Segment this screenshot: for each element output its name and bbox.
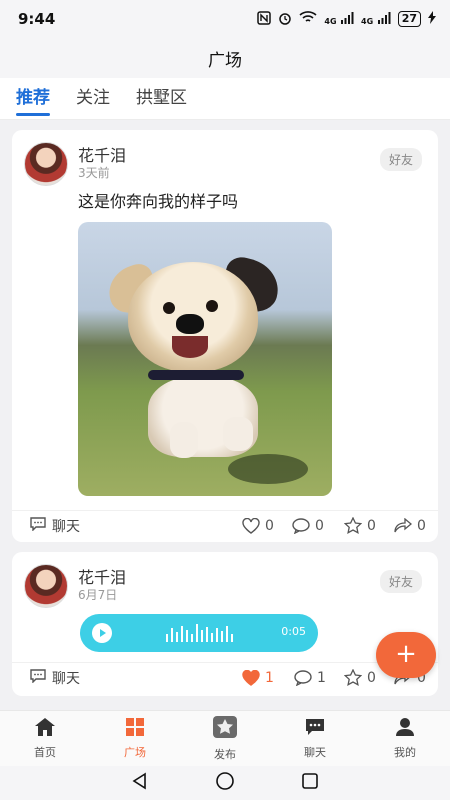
nav-profile-label: 我的 (394, 746, 416, 759)
star-count: 0 (367, 517, 376, 534)
chat-button[interactable]: 聊天 (30, 516, 80, 536)
like-button[interactable]: 1 (242, 669, 274, 686)
chat-label: 聊天 (52, 670, 80, 687)
message-icon (30, 668, 46, 687)
image-shadow (228, 454, 308, 484)
comment-count: 0 (315, 517, 324, 534)
like-button[interactable]: 0 (242, 517, 274, 534)
feed[interactable]: 花千泪 3天前 好友 这是你奔向我的样子吗 聊天 0 0 0 0 花千泪 6月7… (0, 120, 450, 710)
friend-badge: 好友 (379, 570, 422, 593)
nav-square-label: 广场 (124, 746, 146, 759)
publish-icon (211, 715, 239, 742)
nav-profile[interactable]: 我的 (360, 711, 450, 766)
voice-duration: 0:05 (281, 625, 306, 638)
dog-leg (170, 422, 198, 458)
post-image[interactable] (78, 222, 332, 496)
back-icon[interactable] (131, 772, 149, 794)
post-card[interactable]: 花千泪 3天前 好友 这是你奔向我的样子吗 聊天 0 0 0 0 (12, 130, 438, 542)
tab-local[interactable]: 拱墅区 (136, 78, 187, 120)
play-icon[interactable] (92, 623, 112, 643)
page-title: 广场 (0, 38, 450, 78)
post-actions: 聊天 0 0 0 0 (12, 510, 438, 540)
like-count: 1 (265, 669, 274, 686)
status-bar: 9:44 4G 4G 27 (0, 0, 450, 38)
avatar[interactable] (24, 564, 68, 608)
status-icons: 4G 4G 27 (257, 10, 436, 28)
share-count: 0 (417, 517, 426, 534)
heart-icon (242, 517, 260, 534)
tab-bar: 推荐 关注 拱墅区 (0, 78, 450, 120)
heart-filled-icon (242, 669, 260, 686)
grid-icon (124, 717, 146, 740)
status-time: 9:44 (18, 10, 56, 28)
dog-leg (223, 417, 253, 451)
nav-publish-label: 发布 (214, 748, 236, 761)
wifi-icon (299, 11, 317, 27)
alarm-icon (278, 11, 292, 28)
avatar[interactable] (24, 142, 68, 186)
chat-icon (304, 717, 326, 740)
home-circle-icon[interactable] (215, 771, 235, 795)
share-icon (394, 518, 412, 533)
chat-button[interactable]: 聊天 (30, 668, 80, 688)
dog-collar (148, 370, 244, 380)
comment-icon (292, 517, 310, 534)
author-name[interactable]: 花千泪 (78, 564, 126, 588)
post-time: 3天前 (78, 166, 110, 180)
charging-icon (428, 11, 436, 27)
recents-icon[interactable] (301, 772, 319, 794)
signal-icon-2: 4G (361, 11, 391, 27)
battery-indicator: 27 (397, 11, 421, 27)
bottom-nav: 首页 广场 发布 聊天 我的 (0, 710, 450, 766)
nav-publish[interactable]: 发布 (180, 711, 270, 766)
friend-badge: 好友 (379, 148, 422, 171)
post-actions: 聊天 1 1 0 0 (12, 662, 438, 692)
nav-home[interactable]: 首页 (0, 711, 90, 766)
tab-following[interactable]: 关注 (76, 78, 110, 120)
post-text: 这是你奔向我的样子吗 (78, 192, 239, 211)
comment-icon (294, 669, 312, 686)
system-nav (0, 766, 450, 800)
add-post-button[interactable]: + (376, 632, 436, 678)
nav-square[interactable]: 广场 (90, 711, 180, 766)
waveform-icon (166, 624, 233, 642)
tab-recommend[interactable]: 推荐 (16, 78, 50, 120)
dog-nose (176, 314, 204, 334)
nfc-icon (257, 10, 272, 28)
profile-icon (394, 717, 416, 740)
dog-eye (163, 302, 175, 314)
star-count: 0 (367, 669, 376, 686)
favorite-button[interactable]: 0 (344, 669, 376, 686)
chat-label: 聊天 (52, 518, 80, 535)
share-button[interactable]: 0 (394, 518, 426, 534)
home-icon (34, 717, 56, 740)
signal-icon: 4G (324, 11, 354, 27)
post-card[interactable]: 花千泪 6月7日 好友 0:05 聊天 1 1 0 0 (12, 552, 438, 696)
dog-eye (206, 300, 218, 312)
author-name[interactable]: 花千泪 (78, 142, 126, 166)
star-icon (344, 669, 362, 686)
comment-count: 1 (317, 669, 326, 686)
star-icon (344, 517, 362, 534)
voice-message[interactable]: 0:05 (80, 614, 318, 652)
dog-mouth (172, 336, 208, 358)
message-icon (30, 516, 46, 535)
favorite-button[interactable]: 0 (344, 517, 376, 534)
nav-home-label: 首页 (34, 746, 56, 759)
like-count: 0 (265, 517, 274, 534)
post-time: 6月7日 (78, 588, 118, 602)
comment-button[interactable]: 0 (292, 518, 324, 534)
nav-chat[interactable]: 聊天 (270, 711, 360, 766)
nav-chat-label: 聊天 (304, 746, 326, 759)
comment-button[interactable]: 1 (294, 670, 326, 686)
